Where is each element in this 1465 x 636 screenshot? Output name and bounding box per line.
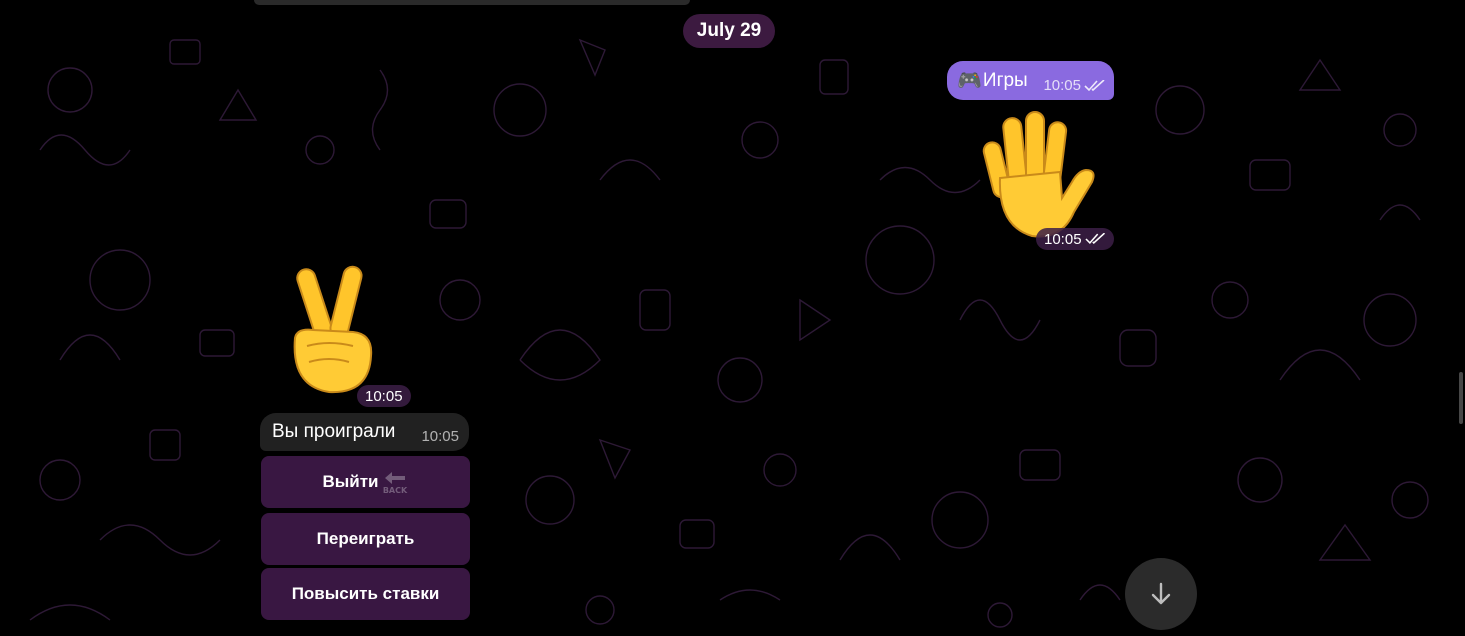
previous-message-edge bbox=[254, 0, 690, 5]
arrow-down-icon bbox=[1151, 582, 1171, 605]
message-time: 10:05 bbox=[1044, 230, 1082, 248]
keyboard-button-label: Повысить ставки bbox=[291, 584, 440, 603]
date-separator-label: July 29 bbox=[696, 20, 762, 41]
svg-text:BACK: BACK bbox=[382, 486, 407, 495]
message-time: 10:05 bbox=[421, 428, 459, 445]
message-meta: 10:05 bbox=[1043, 77, 1106, 94]
background-doodle-pattern bbox=[29, 38, 1429, 628]
outgoing-message-bubble[interactable]: 🎮 Игры 10:05 bbox=[947, 61, 1114, 100]
double-check-icon bbox=[1084, 79, 1105, 91]
message-time: 10:05 bbox=[365, 387, 403, 405]
scroll-to-bottom-button[interactable] bbox=[1125, 558, 1197, 630]
back-arrow-icon: BACK bbox=[382, 472, 407, 495]
sticker-time-pill: 10:05 bbox=[357, 385, 411, 407]
scrollbar[interactable] bbox=[1459, 372, 1463, 424]
keyboard-button-label: Переиграть bbox=[316, 529, 415, 548]
keyboard-button-raise-stakes[interactable]: Повысить ставки bbox=[261, 568, 470, 620]
gamepad-icon: 🎮 bbox=[957, 69, 982, 92]
keyboard-button-label: Выйти bbox=[322, 472, 379, 491]
date-separator: July 29 bbox=[683, 14, 775, 48]
message-text: Игры bbox=[982, 69, 1028, 91]
victory-hand-sticker[interactable] bbox=[283, 262, 381, 396]
message-text: Вы проиграли bbox=[272, 421, 396, 442]
sticker-time-pill: 10:05 bbox=[1036, 228, 1114, 250]
incoming-message-bubble[interactable]: Вы проиграли 10:05 bbox=[260, 413, 469, 451]
keyboard-button-replay[interactable]: Переиграть bbox=[261, 513, 470, 565]
raised-hand-sticker[interactable] bbox=[980, 108, 1098, 242]
double-check-icon bbox=[1084, 233, 1105, 245]
message-time: 10:05 bbox=[1043, 77, 1081, 94]
keyboard-button-exit[interactable]: Выйти BACK bbox=[261, 456, 470, 508]
